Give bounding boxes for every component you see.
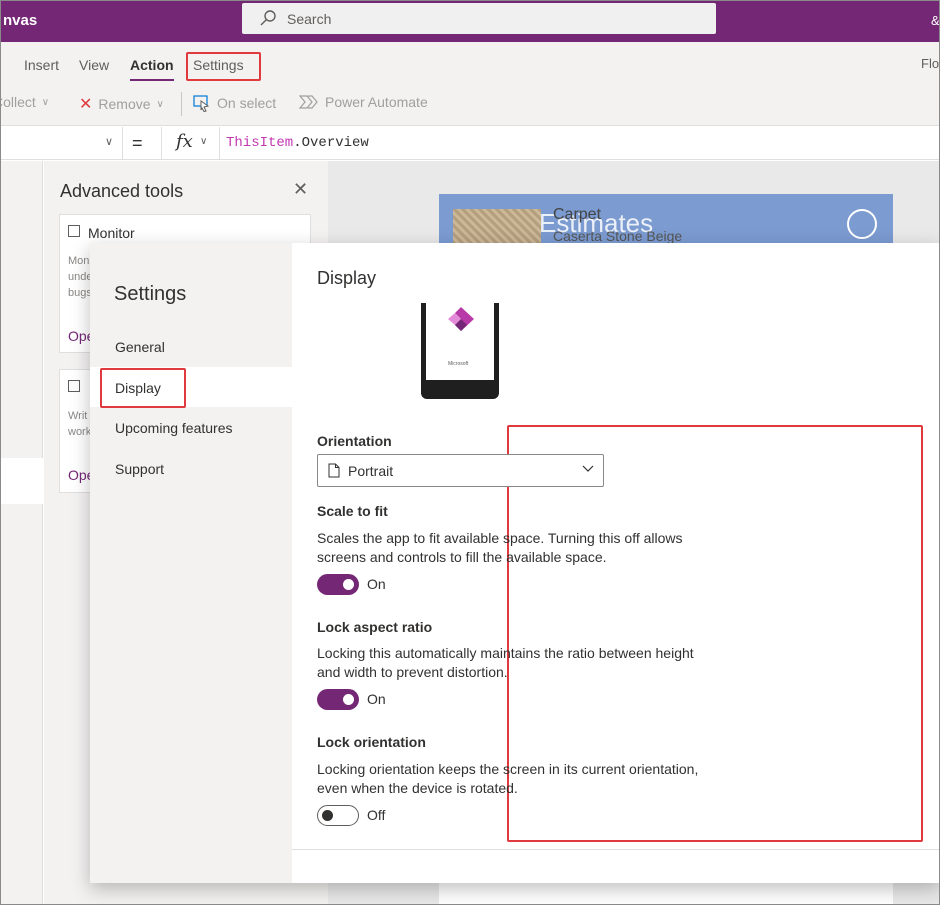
lock-orientation-label: Lock orientation [317, 734, 426, 750]
tool-desc-line: work [68, 426, 92, 438]
document-icon [68, 380, 80, 392]
formula-property: .Overview [293, 135, 369, 151]
settings-tab-highlight [186, 52, 261, 81]
cursor-select-icon [193, 95, 210, 112]
monitor-title: Monitor [88, 225, 135, 241]
monitor-description: Mon unde bugs [68, 253, 92, 301]
app-title: nvas [3, 12, 38, 29]
equals-sign: = [132, 133, 143, 153]
scale-to-fit-label: Scale to fit [317, 503, 388, 519]
app-window: nvas Search & Insert View Action Setting… [0, 0, 940, 905]
on-select-label: On select [217, 95, 277, 111]
monitor-desc-line: unde [68, 271, 93, 283]
chevron-down-icon: ∨ [41, 96, 50, 108]
lock-orientation-description: Locking orientation keeps the screen in … [317, 761, 699, 796]
search-box[interactable]: Search [242, 3, 716, 34]
close-icon: ✕ [79, 96, 93, 113]
left-rail [1, 161, 43, 904]
nav-item-upcoming-features[interactable]: Upcoming features [115, 420, 233, 436]
command-separator [181, 92, 182, 116]
dialog-divider [292, 849, 939, 850]
chevron-down-icon: ∨ [200, 136, 208, 147]
carpet-image [453, 209, 541, 244]
tab-view[interactable]: View [79, 57, 109, 73]
power-automate-button[interactable]: Power Automate [299, 94, 428, 110]
scale-to-fit-description: Scales the app to fit available space. T… [317, 530, 683, 565]
settings-nav: Settings General Display Upcoming featur… [90, 243, 292, 883]
nav-item-general[interactable]: General [115, 339, 165, 355]
orientation-dropdown[interactable]: Portrait [317, 454, 604, 487]
search-icon [260, 10, 276, 26]
lock-aspect-ratio-description: Locking this automatically maintains the… [317, 645, 694, 680]
collect-label: Collect [1, 94, 36, 110]
tab-fragment-right[interactable]: Flo [921, 56, 939, 71]
phone-brand: Microsoft [448, 361, 469, 367]
toggle-knob [343, 694, 354, 705]
canvas-item-subtitle: Caserta Stone Beige [553, 228, 683, 244]
top-bar: nvas Search & [1, 1, 940, 42]
chevron-down-icon: ∨ [156, 98, 164, 110]
fx-icon: fx [176, 131, 193, 152]
tool-desc-line: Writ [68, 410, 88, 422]
orientation-label: Orientation [317, 433, 392, 449]
document-icon [328, 463, 340, 478]
property-dropdown[interactable]: ∨ [1, 127, 123, 159]
phone-preview: Microsoft [421, 303, 499, 399]
tab-insert[interactable]: Insert [24, 57, 59, 73]
globe-icon [847, 209, 877, 239]
formula-bar: ∨ = fx ∨ ThisItem.Overview [1, 127, 939, 160]
power-automate-icon [299, 95, 318, 109]
advanced-tools-title: Advanced tools [60, 181, 184, 201]
formula-input[interactable]: ThisItem.Overview [226, 135, 369, 151]
power-apps-logo-icon [448, 307, 474, 331]
left-rail-selected[interactable] [1, 458, 43, 504]
remove-button[interactable]: ✕ Remove ∨ [79, 94, 164, 114]
toggle-knob [322, 810, 333, 821]
close-icon[interactable]: ✕ [293, 179, 308, 200]
chevron-down-icon: ∨ [105, 136, 114, 148]
monitor-desc-line: bugs [68, 287, 92, 299]
command-bar: Collect ∨ ✕ Remove ∨ On select Power Aut… [1, 86, 939, 126]
lock-aspect-ratio-toggle[interactable] [317, 689, 359, 710]
toggle-knob [343, 579, 354, 590]
account-fragment: & [931, 13, 940, 28]
lock-aspect-ratio-label: Lock aspect ratio [317, 619, 433, 635]
settings-dialog: Settings General Display Upcoming featur… [90, 243, 939, 883]
orientation-value: Portrait [348, 463, 394, 479]
collect-button[interactable]: Collect ∨ [1, 94, 50, 110]
tab-action[interactable]: Action [130, 57, 174, 81]
lock-orientation-state: Off [367, 807, 386, 823]
nav-item-support[interactable]: Support [115, 461, 164, 477]
chevron-down-icon [582, 465, 594, 472]
search-placeholder: Search [287, 11, 332, 27]
monitor-icon [68, 225, 80, 237]
lock-orientation-toggle[interactable] [317, 805, 359, 826]
formula-keyword: ThisItem [226, 135, 294, 151]
fx-button[interactable]: fx ∨ [161, 127, 220, 159]
ribbon-tabs: Insert View Action Settings Flo [1, 42, 939, 86]
display-nav-highlight [100, 368, 186, 408]
scale-to-fit-toggle[interactable] [317, 574, 359, 595]
phone-screen: Microsoft [426, 303, 494, 380]
monitor-desc-line: Mon [68, 255, 90, 267]
settings-title: Settings [114, 283, 187, 305]
canvas-item-title: Carpet [553, 206, 602, 223]
tool-card-description: Writ work [68, 408, 91, 440]
lock-aspect-ratio-state: On [367, 691, 386, 707]
power-automate-label: Power Automate [325, 94, 428, 110]
section-title: Display [317, 268, 377, 288]
on-select-button[interactable]: On select [193, 94, 276, 112]
remove-label: Remove [98, 96, 151, 112]
display-settings-panel: Display Microsoft Orientation Portrait S… [292, 243, 939, 883]
scale-to-fit-state: On [367, 576, 386, 592]
